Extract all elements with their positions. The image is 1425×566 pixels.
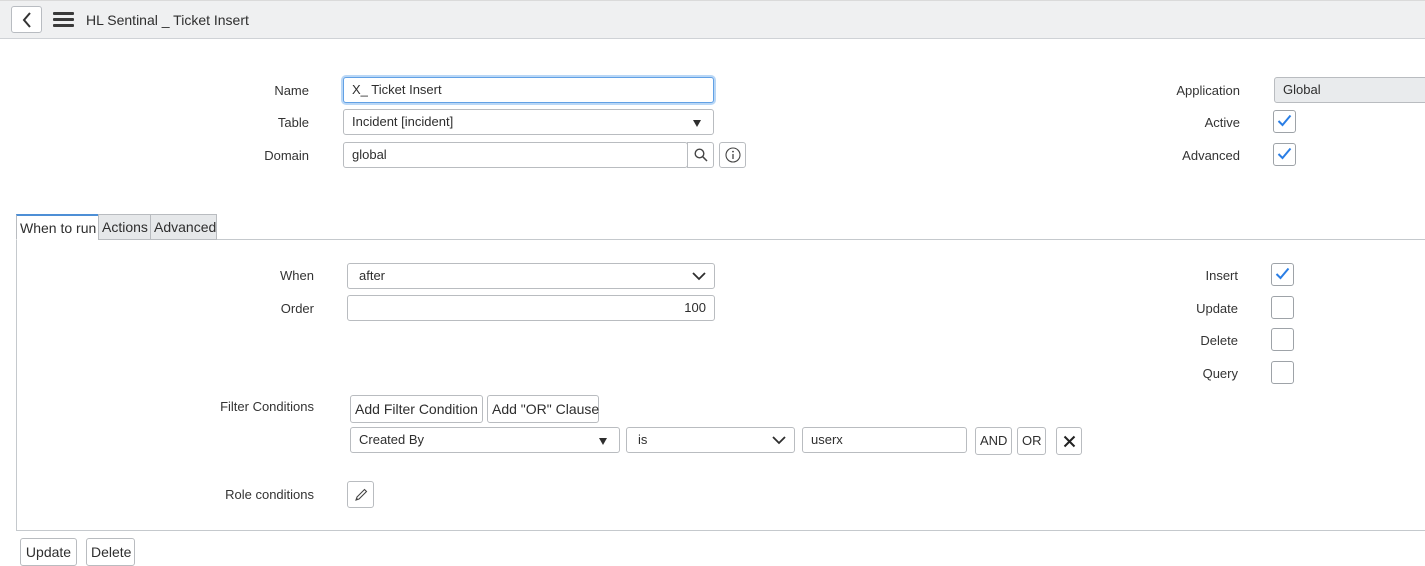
active-checkbox[interactable] xyxy=(1273,110,1296,133)
checkmark-icon xyxy=(1277,114,1292,127)
close-icon xyxy=(1063,435,1075,447)
insert-label: Insert xyxy=(1205,268,1238,283)
page-title: HL Sentinal _ Ticket Insert xyxy=(86,12,249,28)
header-bar: HL Sentinal _ Ticket Insert xyxy=(0,0,1425,39)
order-label: Order xyxy=(280,301,314,316)
chevron-left-icon xyxy=(22,11,31,28)
pencil-icon xyxy=(354,488,367,501)
condition-value-input[interactable]: userx xyxy=(802,427,967,453)
back-button[interactable] xyxy=(11,6,42,33)
update-button[interactable]: Update xyxy=(20,538,77,566)
application-label: Application xyxy=(1176,83,1240,98)
chevron-down-icon xyxy=(692,272,706,281)
when-select[interactable]: after xyxy=(347,263,715,289)
order-input[interactable]: 100 xyxy=(347,295,715,321)
table-label: Table xyxy=(277,115,309,130)
update-checkbox[interactable] xyxy=(1271,296,1294,319)
delete-button[interactable]: Delete xyxy=(86,538,135,566)
application-field: Global xyxy=(1274,77,1425,103)
domain-info-button[interactable] xyxy=(719,142,746,168)
add-or-clause-button[interactable]: Add "OR" Clause xyxy=(487,395,599,423)
info-icon xyxy=(724,147,741,163)
tab-advanced[interactable]: Advanced xyxy=(150,214,217,240)
caret-down-icon xyxy=(599,438,607,445)
domain-label: Domain xyxy=(264,148,309,163)
hamburger-menu-icon[interactable] xyxy=(53,12,74,28)
advanced-checkbox[interactable] xyxy=(1273,143,1296,166)
when-label: When xyxy=(280,268,314,283)
condition-operator-select[interactable]: is xyxy=(626,427,795,453)
search-icon xyxy=(693,148,708,162)
delete-checkbox[interactable] xyxy=(1271,328,1294,351)
domain-input[interactable]: global xyxy=(343,142,688,168)
query-label: Query xyxy=(1202,366,1238,381)
filter-conditions-label: Filter Conditions xyxy=(220,399,314,414)
condition-field-select[interactable]: Created By xyxy=(350,427,620,453)
tab-actions[interactable]: Actions xyxy=(98,214,151,240)
checkmark-icon xyxy=(1277,147,1292,160)
update-label: Update xyxy=(1196,301,1238,316)
tab-when-to-run[interactable]: When to run xyxy=(16,214,99,240)
domain-search-button[interactable] xyxy=(687,142,714,168)
add-filter-condition-button[interactable]: Add Filter Condition xyxy=(350,395,483,423)
role-conditions-label: Role conditions xyxy=(225,487,314,502)
insert-checkbox[interactable] xyxy=(1271,263,1294,286)
when-select-value: after xyxy=(359,268,386,283)
condition-field-value: Created By xyxy=(359,432,425,447)
checkmark-icon xyxy=(1275,267,1290,280)
condition-operator-value: is xyxy=(638,432,648,447)
remove-condition-button[interactable] xyxy=(1056,427,1082,455)
delete-label: Delete xyxy=(1200,333,1238,348)
name-label: Name xyxy=(274,83,309,98)
active-label: Active xyxy=(1204,115,1240,130)
caret-down-icon xyxy=(693,120,701,127)
table-select-value: Incident [incident] xyxy=(352,114,454,129)
or-button[interactable]: OR xyxy=(1017,427,1046,455)
edit-role-conditions-button[interactable] xyxy=(347,481,374,508)
query-checkbox[interactable] xyxy=(1271,361,1294,384)
name-input[interactable]: X_ Ticket Insert xyxy=(343,77,714,103)
tabs-divider xyxy=(16,239,1425,240)
and-button[interactable]: AND xyxy=(975,427,1012,455)
table-select[interactable]: Incident [incident] xyxy=(343,109,714,135)
chevron-down-icon xyxy=(772,436,786,445)
advanced-label: Advanced xyxy=(1182,148,1240,163)
